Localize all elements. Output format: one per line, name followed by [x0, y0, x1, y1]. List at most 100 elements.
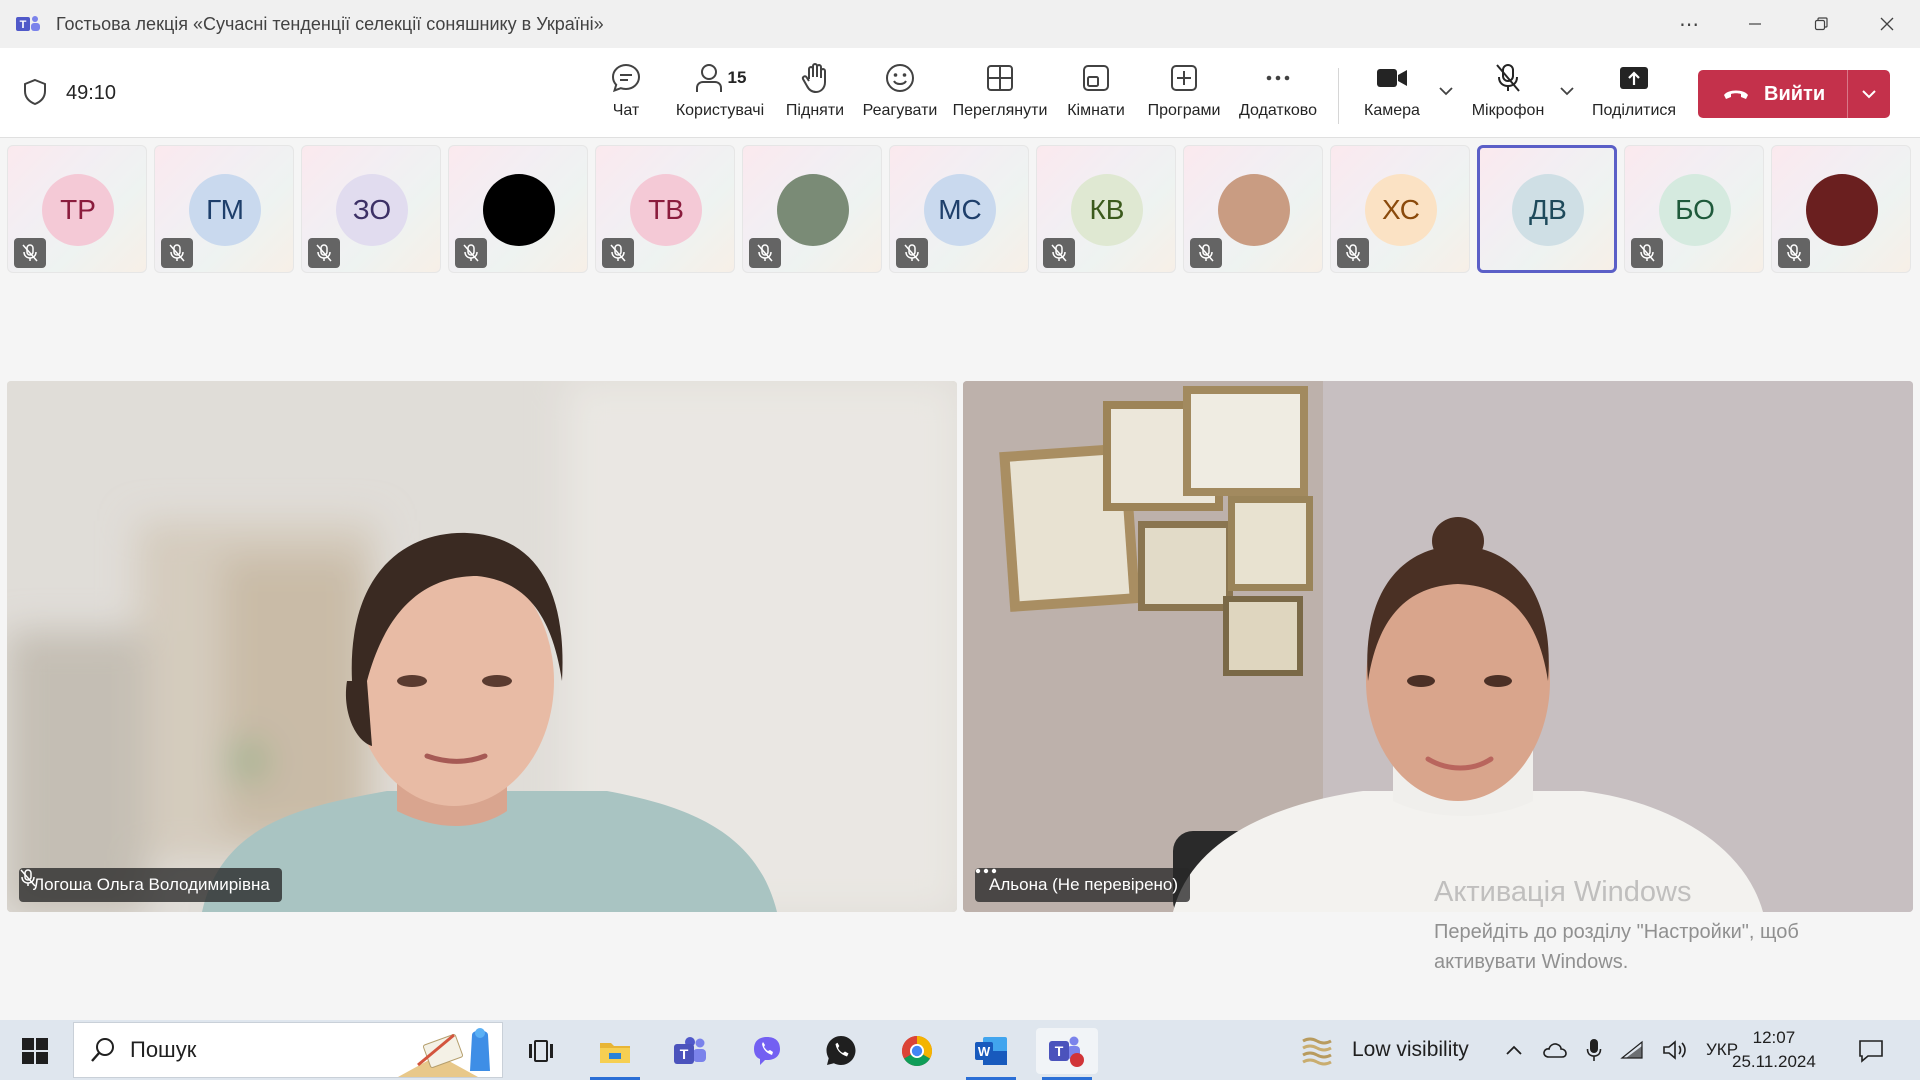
chevron-up-icon[interactable] — [1504, 1043, 1524, 1057]
weather-text: Low visibility — [1352, 1038, 1469, 1061]
participant-card[interactable] — [1183, 145, 1323, 273]
microphone-muted-icon — [1190, 238, 1222, 268]
microphone-options-chevron-icon[interactable] — [1557, 84, 1577, 98]
apps-button[interactable]: Програми — [1144, 60, 1224, 132]
video-feed-left — [7, 381, 957, 912]
camera-label: Камера — [1364, 102, 1420, 119]
ellipsis-icon — [1266, 75, 1290, 81]
microphone-button[interactable]: Мікрофон — [1468, 60, 1548, 132]
meeting-timer: 49:10 — [66, 82, 117, 104]
share-label: Поділитися — [1591, 102, 1677, 119]
microphone-label: Мікрофон — [1471, 102, 1545, 119]
raise-hand-button[interactable]: Підняти — [785, 60, 845, 132]
minimize-button[interactable] — [1722, 0, 1788, 48]
people-count: 15 — [727, 68, 747, 87]
participant-card[interactable]: ТВ — [595, 145, 735, 273]
meeting-toolbar: 49:10 Чат 15 Користувачі Підняти Реагува… — [0, 48, 1920, 138]
microphone-muted-icon — [161, 238, 193, 268]
participant-name-tag: Логоша Ольга Володимирівна — [19, 868, 282, 902]
windows-activation-watermark: Активація Windows Перейдіть до розділу "… — [1434, 876, 1799, 977]
video-tile-left[interactable]: Логоша Ольга Володимирівна — [7, 381, 957, 912]
view-button[interactable]: Переглянути — [952, 60, 1048, 132]
task-view-icon[interactable] — [510, 1028, 572, 1074]
watermark-title: Активація Windows — [1434, 876, 1692, 908]
chrome-icon[interactable] — [886, 1028, 948, 1074]
camera-options-chevron-icon[interactable] — [1436, 84, 1456, 98]
view-label: Переглянути — [952, 102, 1048, 119]
avatar-initials: ГМ — [206, 194, 244, 225]
add-app-icon — [1171, 65, 1197, 91]
weather-widget[interactable]: Low visibility — [1300, 1020, 1469, 1080]
chat-button[interactable]: Чат — [606, 60, 646, 132]
people-button[interactable]: 15 Користувачі — [668, 60, 772, 132]
leave-options-chevron-icon[interactable] — [1848, 70, 1890, 118]
close-button[interactable] — [1854, 0, 1920, 48]
cloud-icon[interactable] — [1542, 1041, 1568, 1059]
word-icon[interactable]: W — [960, 1028, 1022, 1080]
restore-button[interactable] — [1788, 0, 1854, 48]
participant-card[interactable] — [448, 145, 588, 273]
rooms-button[interactable]: Кімнати — [1064, 60, 1128, 132]
leave-label: Вийти — [1764, 82, 1826, 105]
avatar — [1806, 174, 1878, 246]
avatar-initials: БО — [1675, 194, 1715, 225]
more-options-icon[interactable]: ⋯ — [1656, 0, 1722, 48]
participant-strip: ТР ГМ ЗО ТВ МС КВ ХС ДВ БО — [7, 145, 1920, 273]
clock-time: 12:07 — [1752, 1028, 1796, 1047]
video-tile-right[interactable]: Альона (Не перевірено) — [963, 381, 1913, 912]
leave-button[interactable]: Вийти — [1698, 70, 1890, 118]
file-explorer-icon[interactable] — [584, 1028, 646, 1080]
react-button[interactable]: Реагувати — [862, 60, 938, 132]
microphone-icon[interactable] — [1586, 1038, 1602, 1062]
taskbar-search-box[interactable]: Пошук — [73, 1022, 503, 1078]
participant-card[interactable]: ТР — [7, 145, 147, 273]
watermark-line-2: Перейдіть до розділу "Настройки", щоб — [1434, 921, 1799, 943]
teams-logo-icon: T — [16, 16, 40, 31]
avatar: ГМ — [189, 174, 261, 246]
speaker-icon[interactable] — [1662, 1039, 1688, 1061]
participant-card[interactable]: МС — [889, 145, 1029, 273]
avatar-initials: ДВ — [1529, 194, 1567, 225]
participant-card[interactable]: ЗО — [301, 145, 441, 273]
viber-icon[interactable] — [736, 1028, 798, 1074]
participant-card[interactable] — [742, 145, 882, 273]
teams-meeting-taskbar-icon[interactable]: T — [1036, 1028, 1098, 1080]
camera-button[interactable]: Камера — [1360, 60, 1424, 132]
participant-name-tag: Альона (Не перевірено) — [975, 868, 1191, 902]
microphone-muted-icon — [1631, 238, 1663, 268]
notifications-icon[interactable] — [1858, 1038, 1884, 1064]
microphone-muted-icon — [896, 238, 928, 268]
share-button[interactable]: Поділитися — [1592, 60, 1676, 132]
microphone-muted-icon — [20, 869, 36, 887]
participant-card[interactable]: ДВ — [1477, 145, 1617, 273]
more-button[interactable]: Додатково — [1234, 60, 1322, 132]
microphone-muted-icon — [308, 238, 340, 268]
participant-card[interactable]: ГМ — [154, 145, 294, 273]
microphone-muted-icon — [1496, 64, 1520, 92]
teams-app-icon[interactable]: T — [660, 1028, 722, 1074]
participant-card[interactable]: ХС — [1330, 145, 1470, 273]
avatar: МС — [924, 174, 996, 246]
taskbar-clock[interactable]: 12:07 25.11.2024 — [1732, 1026, 1816, 1074]
wifi-icon[interactable] — [1620, 1040, 1644, 1060]
svg-text:T: T — [20, 19, 27, 31]
clock-date: 25.11.2024 — [1732, 1052, 1816, 1071]
more-label: Додатково — [1238, 102, 1318, 119]
avatar-initials: ТВ — [648, 194, 684, 225]
microphone-muted-icon — [1337, 238, 1369, 268]
microphone-muted-icon — [455, 238, 487, 268]
leave-main[interactable]: Вийти — [1698, 70, 1847, 118]
smiley-icon — [886, 64, 914, 92]
windows-start-icon[interactable] — [22, 1038, 48, 1064]
title-bar: T Гостьова лекція «Сучасні тенденції сел… — [0, 0, 1920, 48]
shield-icon[interactable] — [22, 78, 48, 106]
chat-label: Чат — [612, 102, 640, 119]
participant-card[interactable] — [1771, 145, 1911, 273]
svg-text:T: T — [1055, 1043, 1064, 1059]
participant-card[interactable]: КВ — [1036, 145, 1176, 273]
people-icon — [695, 64, 722, 92]
whatsapp-icon[interactable] — [810, 1028, 872, 1074]
participant-card[interactable]: БО — [1624, 145, 1764, 273]
ellipsis-icon[interactable] — [975, 868, 997, 874]
avatar-initials: МС — [938, 194, 982, 225]
